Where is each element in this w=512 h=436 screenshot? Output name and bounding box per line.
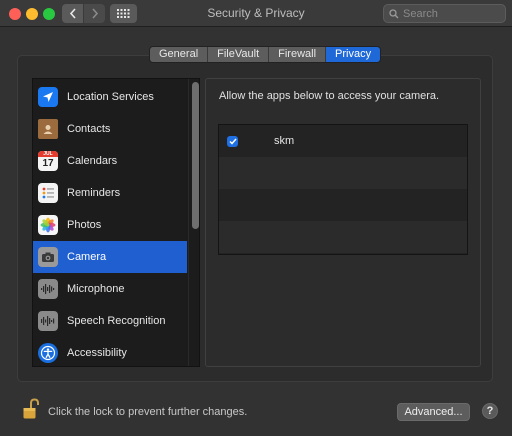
chevron-left-icon	[69, 8, 76, 19]
search-input[interactable]	[403, 7, 499, 20]
sidebar-item-label: Camera	[67, 251, 107, 263]
sidebar-item-calendars[interactable]: JUL 17 Calendars	[33, 145, 187, 177]
title-bar: Security & Privacy	[0, 0, 512, 27]
sidebar-item-label: Location Services	[67, 91, 154, 103]
tab-general[interactable]: General	[150, 47, 209, 62]
search-field[interactable]	[383, 4, 506, 23]
app-name: skm	[274, 135, 295, 147]
privacy-category-list[interactable]: Location Services Contacts JUL 17 Calend…	[32, 78, 200, 367]
scrollbar-thumb[interactable]	[192, 82, 199, 229]
forward-button[interactable]	[84, 4, 105, 23]
contacts-book-icon	[38, 119, 58, 139]
photos-flower-icon	[38, 215, 58, 235]
help-button[interactable]: ?	[482, 403, 498, 419]
lock-status-text: Click the lock to prevent further change…	[48, 406, 248, 418]
sidebar-item-label: Reminders	[67, 187, 121, 199]
list-item-empty	[219, 189, 467, 221]
zoom-window-button[interactable]	[43, 8, 55, 20]
lock-button[interactable]	[22, 398, 40, 420]
sidebar-item-photos[interactable]: Photos	[33, 209, 187, 241]
tab-privacy[interactable]: Privacy	[326, 47, 381, 62]
grid-icon	[117, 9, 130, 18]
accessibility-figure-icon	[38, 343, 58, 363]
sidebar-item-contacts[interactable]: Contacts	[33, 113, 187, 145]
sidebar-item-accessibility[interactable]: Accessibility	[33, 337, 187, 366]
location-arrow-icon	[38, 87, 58, 107]
show-all-button[interactable]	[110, 4, 137, 23]
app-permission-checkbox[interactable]	[227, 136, 238, 147]
sidebar-item-label: Accessibility	[67, 347, 127, 359]
reminders-list-icon	[38, 183, 58, 203]
list-item-empty	[219, 221, 467, 253]
app-permission-list[interactable]: skm	[218, 124, 468, 255]
sidebar-item-speech-recognition[interactable]: Speech Recognition	[33, 305, 187, 337]
tab-filevault[interactable]: FileVault	[208, 47, 270, 62]
checkmark-icon	[228, 138, 237, 145]
back-button[interactable]	[62, 4, 83, 23]
list-item[interactable]: skm	[219, 125, 467, 157]
sidebar-item-location-services[interactable]: Location Services	[33, 81, 187, 113]
sidebar-item-label: Calendars	[67, 155, 118, 167]
sidebar-item-label: Speech Recognition	[67, 315, 166, 327]
microphone-waveform-icon	[38, 279, 58, 299]
sidebar-item-label: Microphone	[67, 283, 125, 295]
list-item-empty	[219, 157, 467, 189]
minimize-window-button[interactable]	[26, 8, 38, 20]
sidebar-item-label: Photos	[67, 219, 102, 231]
open-lock-icon	[23, 398, 39, 419]
calendar-icon: JUL 17	[38, 151, 58, 171]
camera-icon	[38, 247, 58, 267]
speech-waveform-icon	[38, 311, 58, 331]
sidebar-item-reminders[interactable]: Reminders	[33, 177, 187, 209]
search-icon	[389, 8, 399, 18]
close-window-button[interactable]	[9, 8, 21, 20]
chevron-right-icon	[91, 8, 98, 19]
sidebar-scrollbar[interactable]	[188, 79, 199, 366]
permission-description: Allow the apps below to access your came…	[219, 90, 440, 102]
tab-firewall[interactable]: Firewall	[269, 47, 327, 62]
sidebar-item-microphone[interactable]: Microphone	[33, 273, 187, 305]
sidebar-item-camera[interactable]: Camera	[33, 241, 187, 273]
advanced-button[interactable]: Advanced...	[397, 403, 470, 421]
tab-bar: General FileVault Firewall Privacy	[149, 46, 382, 63]
sidebar-item-label: Contacts	[67, 123, 111, 135]
